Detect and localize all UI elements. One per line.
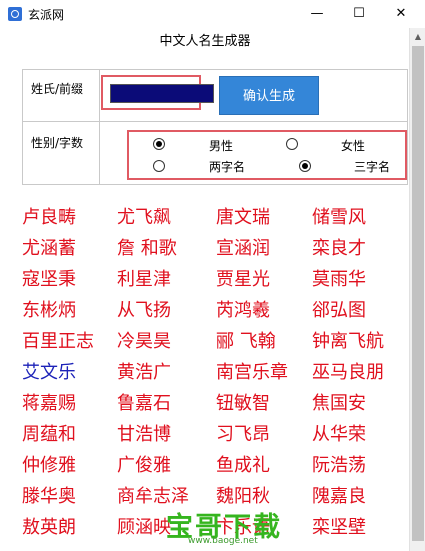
generated-name: 利星津 [117, 269, 171, 290]
generated-name: 尤飞飙 [117, 207, 171, 228]
close-button[interactable]: ✕ [380, 0, 422, 28]
generated-name: 宣涵润 [216, 238, 270, 259]
generated-name: 栾良才 [312, 238, 366, 259]
gender-count-label: 性别/字数 [31, 136, 84, 150]
generated-name: 詹 和歌 [117, 238, 177, 259]
generated-name: 储雪风 [312, 207, 366, 228]
generated-name: 卢良畴 [22, 207, 76, 228]
generated-name: 钟离飞航 [312, 331, 384, 352]
generated-name: 艾文乐 [22, 362, 76, 383]
three-char-label: 三字名 [354, 160, 391, 174]
maximize-button[interactable]: ☐ [338, 0, 380, 28]
panel-divider [22, 121, 408, 122]
generated-name: 从华荣 [312, 424, 366, 445]
female-label: 女性 [341, 139, 366, 153]
two-char-label: 两字名 [209, 160, 246, 174]
generated-name: 南宫乐章 [216, 362, 288, 383]
form-title: 中文人名生成器 [159, 34, 251, 49]
two-char-radio[interactable] [153, 160, 165, 172]
panel-divider [99, 69, 100, 185]
watermark-logo: 宝哥下载 www.baoge.net [166, 505, 280, 551]
generated-name: 周蕴和 [22, 424, 76, 445]
generated-name: 钮敏智 [216, 393, 270, 414]
window-title: 玄派网 [28, 8, 65, 22]
generated-name: 甘浩博 [117, 424, 171, 445]
male-label: 男性 [209, 139, 234, 153]
generated-name: 百里正志 [22, 331, 94, 352]
male-radio[interactable] [153, 138, 165, 150]
generated-name: 习飞昂 [216, 424, 270, 445]
generated-name: 芮鸿羲 [216, 300, 270, 321]
generated-name: 鱼成礼 [216, 455, 270, 476]
generated-name: 仲修雅 [22, 455, 76, 476]
scroll-thumb[interactable] [412, 46, 424, 541]
app-logo-icon [8, 7, 22, 21]
generated-name: 阮浩荡 [312, 455, 366, 476]
three-char-radio[interactable] [299, 160, 311, 172]
female-radio[interactable] [286, 138, 298, 150]
scroll-up-arrow-icon[interactable]: ▲ [410, 28, 425, 45]
generated-name: 敖英朗 [22, 517, 76, 538]
generated-name: 唐文瑞 [216, 207, 270, 228]
generated-name: 鲁嘉石 [117, 393, 171, 414]
title-bar: 玄派网 — ☐ ✕ [0, 0, 425, 28]
generated-name: 从飞扬 [117, 300, 171, 321]
generated-name: 冷昊昊 [117, 331, 171, 352]
generated-name: 郦 飞翰 [216, 331, 276, 352]
generated-name: 贾星光 [216, 269, 270, 290]
generated-name: 郤弘图 [312, 300, 366, 321]
generated-name: 黄浩广 [117, 362, 171, 383]
generated-name: 栾坚壁 [312, 517, 366, 538]
generated-name: 巫马良朋 [312, 362, 384, 383]
generated-name: 滕华奥 [22, 486, 76, 507]
confirm-generate-button[interactable]: 确认生成 [219, 76, 319, 115]
generated-name: 莫雨华 [312, 269, 366, 290]
generated-name: 东彬炳 [22, 300, 76, 321]
surname-input[interactable] [110, 84, 214, 103]
generated-name: 寇坚秉 [22, 269, 76, 290]
surname-label: 姓氏/前缀 [31, 82, 84, 96]
generated-name: 隗嘉良 [312, 486, 366, 507]
generated-name: 尤涵蓄 [22, 238, 76, 259]
watermark-url: www.baoge.net [188, 536, 258, 546]
generated-name: 焦国安 [312, 393, 366, 414]
generated-name: 蒋嘉赐 [22, 393, 76, 414]
generated-name: 顾涵映 [117, 517, 171, 538]
vertical-scrollbar[interactable]: ▲ [409, 28, 425, 551]
generated-name: 广俊雅 [117, 455, 171, 476]
minimize-button[interactable]: — [296, 0, 338, 28]
